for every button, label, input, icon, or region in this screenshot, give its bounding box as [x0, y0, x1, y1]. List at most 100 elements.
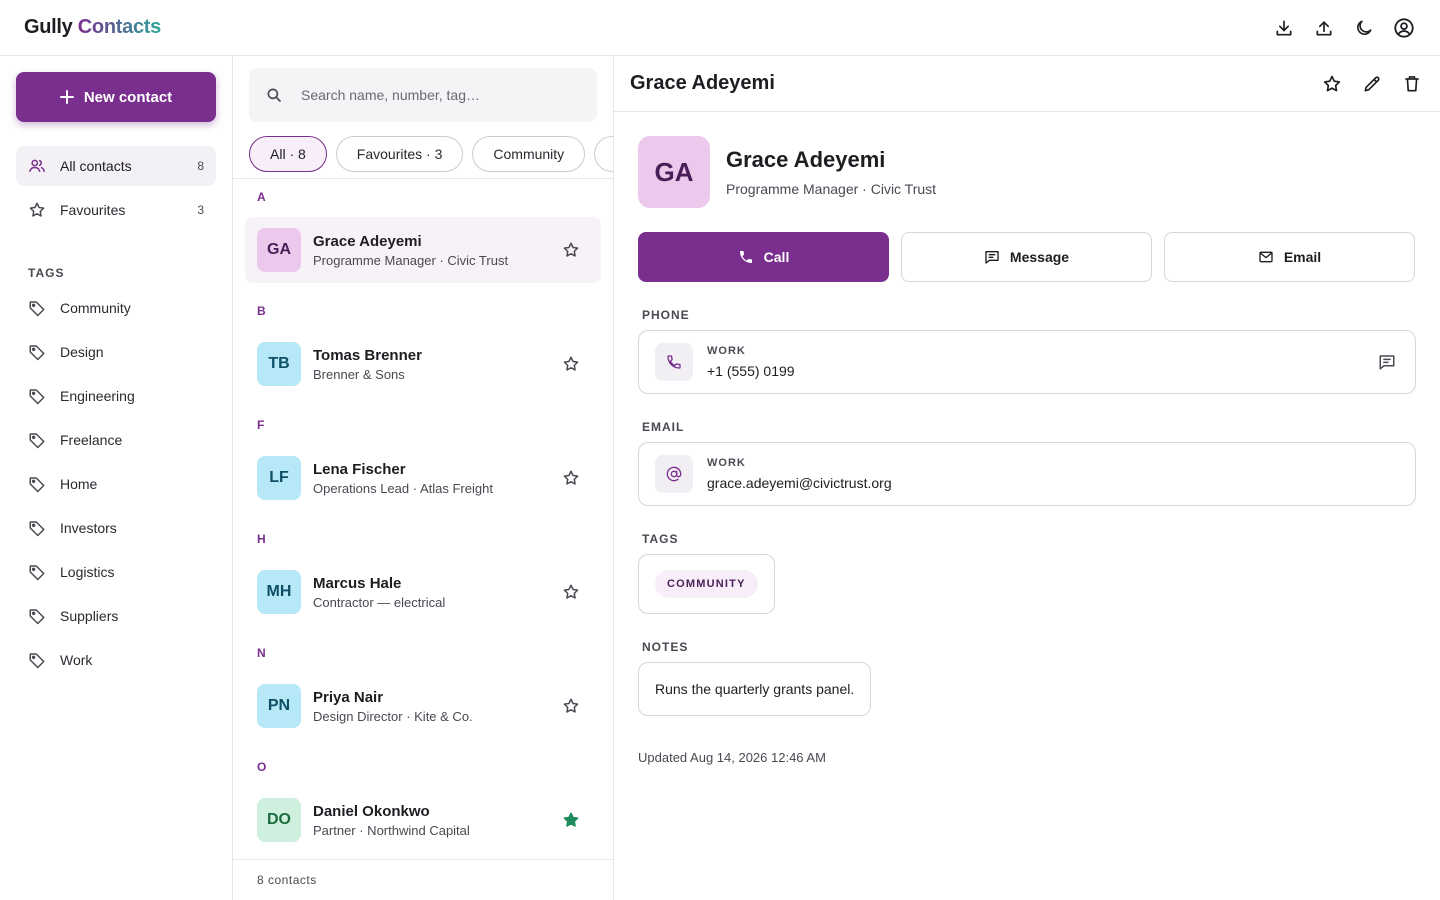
tag-label: Logistics: [60, 564, 115, 580]
star-outline-icon[interactable]: [559, 238, 583, 262]
chip-community[interactable]: Community: [472, 136, 586, 172]
chip-all[interactable]: All · 8: [249, 136, 327, 172]
section-letter: N: [257, 646, 266, 660]
tag-icon: [29, 477, 45, 493]
section-letter: B: [257, 304, 266, 318]
search-input[interactable]: [301, 87, 571, 103]
search-box[interactable]: [249, 68, 597, 122]
contact-name: Grace Adeyemi: [726, 147, 886, 172]
avatar: TB: [257, 342, 301, 386]
sidebar-tag-home[interactable]: Home: [16, 464, 216, 504]
contact-name: Marcus Hale: [313, 574, 402, 592]
tag-icon: [29, 653, 45, 669]
tags-heading: TAGS: [642, 532, 679, 546]
phone-type: WORK: [707, 345, 746, 357]
phone-number: +1 (555) 0199: [707, 363, 795, 379]
section-letter: O: [257, 760, 267, 774]
sidebar-tag-investors[interactable]: Investors: [16, 508, 216, 548]
tag-label: Suppliers: [60, 608, 119, 624]
call-button[interactable]: Call: [638, 232, 889, 282]
sidebar-item-label: All contacts: [60, 158, 132, 174]
contact-name: Priya Nair: [313, 688, 384, 706]
phone-card[interactable]: WORK +1 (555) 0199: [638, 330, 1416, 394]
call-label: Call: [763, 249, 790, 265]
sidebar-item-favourites[interactable]: Favourites 3: [16, 190, 216, 230]
tag-icon: [29, 345, 45, 361]
detail-body: GA Grace Adeyemi Programme Manager · Civ…: [614, 112, 1440, 789]
edit-pencil-icon[interactable]: [1360, 72, 1384, 96]
star-outline-icon[interactable]: [559, 352, 583, 376]
chip-favourites[interactable]: Favourites · 3: [335, 136, 464, 172]
download-icon[interactable]: [1272, 16, 1296, 40]
avatar: MH: [257, 570, 301, 614]
contact-list-panel: All · 8 Favourites · 3 Community A GA Gr…: [233, 56, 614, 900]
tag-label: Home: [60, 476, 98, 492]
contact-actions: Call Message Email: [638, 232, 1416, 282]
profile-text: Grace Adeyemi Programme Manager · Civic …: [726, 147, 936, 197]
sidebar-tag-freelance[interactable]: Freelance: [16, 420, 216, 460]
brand-name-part1: Gully: [24, 16, 73, 38]
message-button[interactable]: Message: [901, 232, 1152, 282]
contact-row[interactable]: TB Tomas Brenner Brenner & Sons: [245, 331, 601, 397]
contact-row[interactable]: PN Priya Nair Design Director · Kite & C…: [245, 673, 601, 739]
upload-icon[interactable]: [1312, 16, 1336, 40]
tag-label: Community: [60, 300, 131, 316]
moon-icon[interactable]: [1352, 16, 1376, 40]
star-outline-icon[interactable]: [559, 580, 583, 604]
new-contact-label: New contact: [83, 88, 173, 106]
avatar: GA: [257, 228, 301, 272]
contact-name: Lena Fischer: [313, 460, 406, 478]
email-label: Email: [1283, 249, 1322, 265]
sidebar-item-all-contacts[interactable]: All contacts 8: [16, 146, 216, 186]
top-actions: [1272, 16, 1416, 40]
account-icon[interactable]: [1392, 16, 1416, 40]
avatar: PN: [257, 684, 301, 728]
message-icon: [985, 251, 999, 264]
contact-name: Tomas Brenner: [313, 346, 422, 364]
star-outline-icon[interactable]: [559, 694, 583, 718]
star-outline-icon[interactable]: [559, 466, 583, 490]
sms-icon[interactable]: [1375, 350, 1399, 374]
sidebar-tag-suppliers[interactable]: Suppliers: [16, 596, 216, 636]
new-contact-button[interactable]: New contact: [16, 72, 216, 122]
favourite-star-icon[interactable]: [1320, 72, 1344, 96]
sidebar-tag-community[interactable]: Community: [16, 288, 216, 328]
tag-label: Design: [60, 344, 104, 360]
sidebar-tag-work[interactable]: Work: [16, 640, 216, 680]
contact-name: Grace Adeyemi: [313, 232, 422, 250]
section-letter: H: [257, 532, 266, 546]
phone-text: WORK +1 (555) 0199: [707, 345, 795, 379]
contact-subtitle: Brenner & Sons: [313, 366, 405, 382]
contact-subtitle: Operations Lead · Atlas Freight: [313, 480, 493, 496]
email-card[interactable]: WORK grace.adeyemi@civictrust.org: [638, 442, 1416, 506]
tag-chip-community[interactable]: COMMUNITY: [655, 570, 758, 598]
contact-row[interactable]: DO Daniel Okonkwo Partner · Northwind Ca…: [245, 787, 601, 853]
contact-detail-panel: Grace Adeyemi GA Grace Adeyemi Programme…: [614, 56, 1440, 900]
phone-heading: PHONE: [642, 308, 690, 322]
tag-icon: [29, 609, 45, 625]
contact-row[interactable]: GA Grace Adeyemi Programme Manager · Civ…: [245, 217, 601, 283]
tag-label: Work: [60, 652, 93, 668]
email-button[interactable]: Email: [1164, 232, 1415, 282]
chip-overflow[interactable]: [594, 136, 613, 172]
contact-name: Daniel Okonkwo: [313, 802, 430, 820]
sidebar-tag-engineering[interactable]: Engineering: [16, 376, 216, 416]
letter-group: B TB Tomas Brenner Brenner & Sons: [233, 293, 613, 397]
email-address: grace.adeyemi@civictrust.org: [707, 475, 892, 491]
star-icon: [29, 202, 45, 217]
contact-row[interactable]: LF Lena Fischer Operations Lead · Atlas …: [245, 445, 601, 511]
sidebar-tag-design[interactable]: Design: [16, 332, 216, 372]
detail-title: Grace Adeyemi: [630, 72, 775, 94]
filter-chips: All · 8 Favourites · 3 Community: [249, 136, 613, 172]
detail-header: Grace Adeyemi: [614, 56, 1440, 112]
contact-text: Marcus Hale Contractor — electrical: [313, 575, 547, 610]
profile-header: GA Grace Adeyemi Programme Manager · Civ…: [638, 136, 1416, 208]
contact-count: 8 contacts: [233, 859, 613, 900]
sidebar-tag-logistics[interactable]: Logistics: [16, 552, 216, 592]
delete-trash-icon[interactable]: [1400, 72, 1424, 96]
tags-card: COMMUNITY: [638, 554, 775, 614]
contact-row[interactable]: MH Marcus Hale Contractor — electrical: [245, 559, 601, 625]
contact-subtitle: Contractor — electrical: [313, 594, 446, 610]
contact-subtitle: Programme Manager · Civic Trust: [313, 252, 509, 268]
star-filled-icon[interactable]: [559, 808, 583, 832]
